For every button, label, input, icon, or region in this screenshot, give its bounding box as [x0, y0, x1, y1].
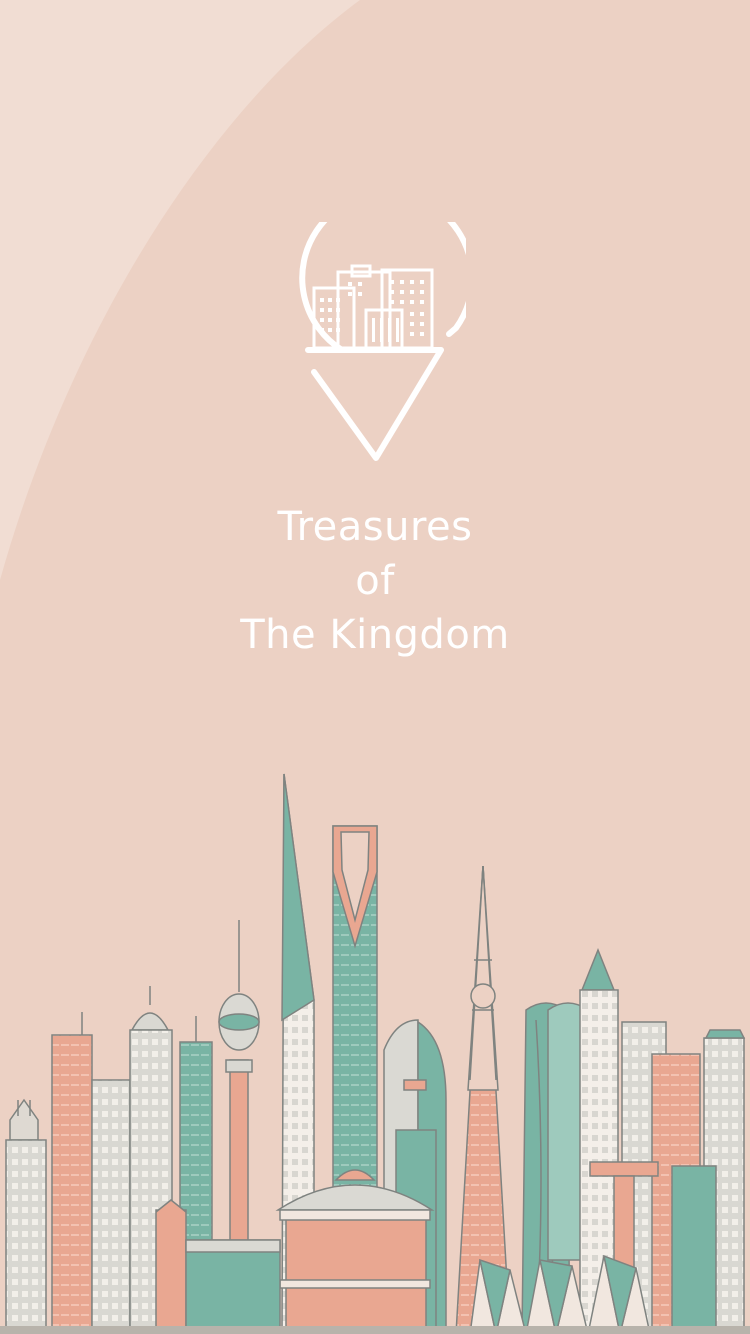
- splash-screen: Treasures of The Kingdom: [0, 0, 750, 1334]
- app-title-line-1: Treasures: [277, 504, 473, 550]
- city-location-pin-icon: [299, 222, 466, 461]
- app-title-line-2: of: [355, 558, 395, 604]
- city-skyline-illustration: [0, 773, 750, 1334]
- app-title-line-3: The Kingdom: [240, 612, 510, 658]
- app-title: Treasures of The Kingdom: [0, 500, 750, 662]
